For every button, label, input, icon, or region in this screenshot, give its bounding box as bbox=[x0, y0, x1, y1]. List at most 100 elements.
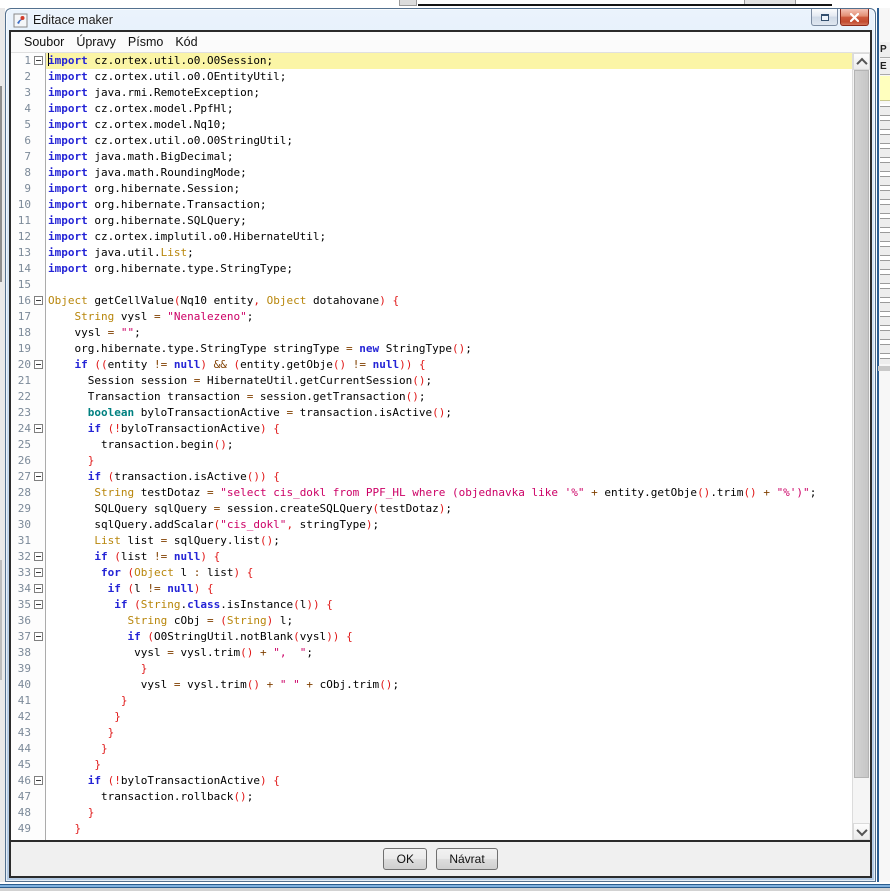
line-number: 32 bbox=[11, 549, 32, 565]
code-line[interactable]: vysl = vysl.trim() + ", "; bbox=[46, 645, 852, 661]
code-line[interactable]: if (l != null) { bbox=[46, 581, 852, 597]
code-line[interactable]: } bbox=[46, 725, 852, 741]
gutter-row: 16 bbox=[11, 293, 45, 309]
close-icon bbox=[850, 13, 859, 22]
line-number: 43 bbox=[11, 725, 32, 741]
code-line[interactable]: import org.hibernate.Transaction; bbox=[46, 197, 852, 213]
code-line[interactable]: String testDotaz = "select cis_dokl from… bbox=[46, 485, 852, 501]
menu-kod[interactable]: Kód bbox=[169, 33, 203, 52]
code-editor[interactable]: 1234567891011121314151617181920212223242… bbox=[11, 53, 870, 840]
background-window-edge bbox=[0, 86, 2, 282]
line-number: 35 bbox=[11, 597, 32, 613]
code-line[interactable]: import cz.ortex.util.o0.O0StringUtil; bbox=[46, 133, 852, 149]
code-line[interactable]: import cz.ortex.util.o0.O0Session; bbox=[46, 53, 852, 69]
code-line[interactable]: import cz.ortex.implutil.o0.HibernateUti… bbox=[46, 229, 852, 245]
code-line[interactable]: } bbox=[46, 821, 852, 837]
code-line[interactable]: if (O0StringUtil.notBlank(vysl)) { bbox=[46, 629, 852, 645]
scroll-down-button[interactable] bbox=[853, 823, 870, 840]
gutter-row: 48 bbox=[11, 805, 45, 821]
menu-soubor[interactable]: Soubor bbox=[18, 33, 70, 52]
code-line[interactable]: Object getCellValue(Nq10 entity, Object … bbox=[46, 293, 852, 309]
code-line[interactable]: transaction.begin(); bbox=[46, 437, 852, 453]
code-line[interactable]: } bbox=[46, 741, 852, 757]
code-line[interactable]: } bbox=[46, 757, 852, 773]
gutter-row: 23 bbox=[11, 405, 45, 421]
code-line[interactable]: } bbox=[46, 693, 852, 709]
window-controls bbox=[811, 9, 869, 26]
code-line[interactable]: Transaction transaction = session.getTra… bbox=[46, 389, 852, 405]
code-line[interactable]: org.hibernate.type.StringType stringType… bbox=[46, 341, 852, 357]
menu-upravy[interactable]: Úpravy bbox=[70, 33, 122, 52]
fold-toggle-icon[interactable] bbox=[34, 600, 43, 609]
code-line[interactable]: import java.math.RoundingMode; bbox=[46, 165, 852, 181]
fold-toggle-icon[interactable] bbox=[34, 552, 43, 561]
code-line[interactable]: List list = sqlQuery.list(); bbox=[46, 533, 852, 549]
code-line[interactable]: transaction.rollback(); bbox=[46, 789, 852, 805]
line-number: 47 bbox=[11, 789, 32, 805]
code-line[interactable]: if (list != null) { bbox=[46, 549, 852, 565]
code-line[interactable]: import org.hibernate.type.StringType; bbox=[46, 261, 852, 277]
code-line[interactable]: import cz.ortex.util.o0.OEntityUtil; bbox=[46, 69, 852, 85]
line-number: 10 bbox=[11, 197, 32, 213]
titlebar[interactable]: Editace maker bbox=[9, 9, 872, 30]
fold-toggle-icon[interactable] bbox=[34, 56, 43, 65]
code-line[interactable]: boolean byloTransactionActive = transact… bbox=[46, 405, 852, 421]
code-line[interactable]: import org.hibernate.SQLQuery; bbox=[46, 213, 852, 229]
code-line[interactable]: if ((entity != null) && (entity.getObje(… bbox=[46, 357, 852, 373]
gutter-row: 19 bbox=[11, 341, 45, 357]
line-number: 41 bbox=[11, 693, 32, 709]
code-line[interactable]: import org.hibernate.Session; bbox=[46, 181, 852, 197]
code-lines[interactable]: import cz.ortex.util.o0.O0Session;import… bbox=[46, 53, 852, 840]
code-line[interactable]: for (Object l : list) { bbox=[46, 565, 852, 581]
line-number: 12 bbox=[11, 229, 32, 245]
code-line[interactable]: Session session = HibernateUtil.getCurre… bbox=[46, 373, 852, 389]
navrat-button[interactable]: Návrat bbox=[436, 848, 497, 870]
fold-toggle-icon[interactable] bbox=[34, 632, 43, 641]
code-line[interactable]: vysl = vysl.trim() + " " + cObj.trim(); bbox=[46, 677, 852, 693]
code-line[interactable]: import java.rmi.RemoteException; bbox=[46, 85, 852, 101]
background-toolbar-fragment bbox=[880, 76, 890, 101]
fold-toggle-icon[interactable] bbox=[34, 776, 43, 785]
gutter-row: 38 bbox=[11, 645, 45, 661]
code-line[interactable] bbox=[46, 277, 852, 293]
code-line[interactable]: } bbox=[46, 709, 852, 725]
fold-toggle-icon[interactable] bbox=[34, 584, 43, 593]
gutter-row: 33 bbox=[11, 565, 45, 581]
ok-button[interactable]: OK bbox=[383, 848, 427, 870]
code-line[interactable]: } bbox=[46, 453, 852, 469]
fold-toggle-icon[interactable] bbox=[34, 472, 43, 481]
vertical-scrollbar[interactable] bbox=[852, 53, 870, 840]
code-line[interactable]: if (!byloTransactionActive) { bbox=[46, 421, 852, 437]
fold-toggle-icon[interactable] bbox=[34, 424, 43, 433]
code-line[interactable]: import cz.ortex.model.Nq10; bbox=[46, 117, 852, 133]
menu-pismo[interactable]: Písmo bbox=[122, 33, 169, 52]
code-line[interactable]: return vysl; bbox=[46, 837, 852, 840]
line-number: 24 bbox=[11, 421, 32, 437]
code-line[interactable]: String vysl = "Nenalezeno"; bbox=[46, 309, 852, 325]
code-line[interactable]: if (!byloTransactionActive) { bbox=[46, 773, 852, 789]
code-line[interactable]: if (String.class.isInstance(l)) { bbox=[46, 597, 852, 613]
code-line[interactable]: import java.util.List; bbox=[46, 245, 852, 261]
code-line[interactable]: } bbox=[46, 661, 852, 677]
fold-toggle-icon[interactable] bbox=[34, 360, 43, 369]
code-line[interactable]: if (transaction.isActive()) { bbox=[46, 469, 852, 485]
line-number: 44 bbox=[11, 741, 32, 757]
line-number: 17 bbox=[11, 309, 32, 325]
gutter-row: 46 bbox=[11, 773, 45, 789]
line-number: 13 bbox=[11, 245, 32, 261]
code-line[interactable]: sqlQuery.addScalar("cis_dokl", stringTyp… bbox=[46, 517, 852, 533]
code-line[interactable]: import java.math.BigDecimal; bbox=[46, 149, 852, 165]
scrollbar-thumb[interactable] bbox=[854, 70, 869, 778]
fold-toggle-icon[interactable] bbox=[34, 568, 43, 577]
code-line[interactable]: vysl = ""; bbox=[46, 325, 852, 341]
close-button[interactable] bbox=[840, 9, 869, 26]
code-line[interactable]: SQLQuery sqlQuery = session.createSQLQue… bbox=[46, 501, 852, 517]
code-line[interactable]: String cObj = (String) l; bbox=[46, 613, 852, 629]
code-line[interactable]: import cz.ortex.model.PpfHl; bbox=[46, 101, 852, 117]
scroll-up-button[interactable] bbox=[853, 53, 870, 70]
restore-button[interactable] bbox=[811, 9, 838, 26]
fold-toggle-icon[interactable] bbox=[34, 296, 43, 305]
scrollbar-track[interactable] bbox=[853, 70, 870, 823]
code-line[interactable]: } bbox=[46, 805, 852, 821]
gutter-row: 24 bbox=[11, 421, 45, 437]
